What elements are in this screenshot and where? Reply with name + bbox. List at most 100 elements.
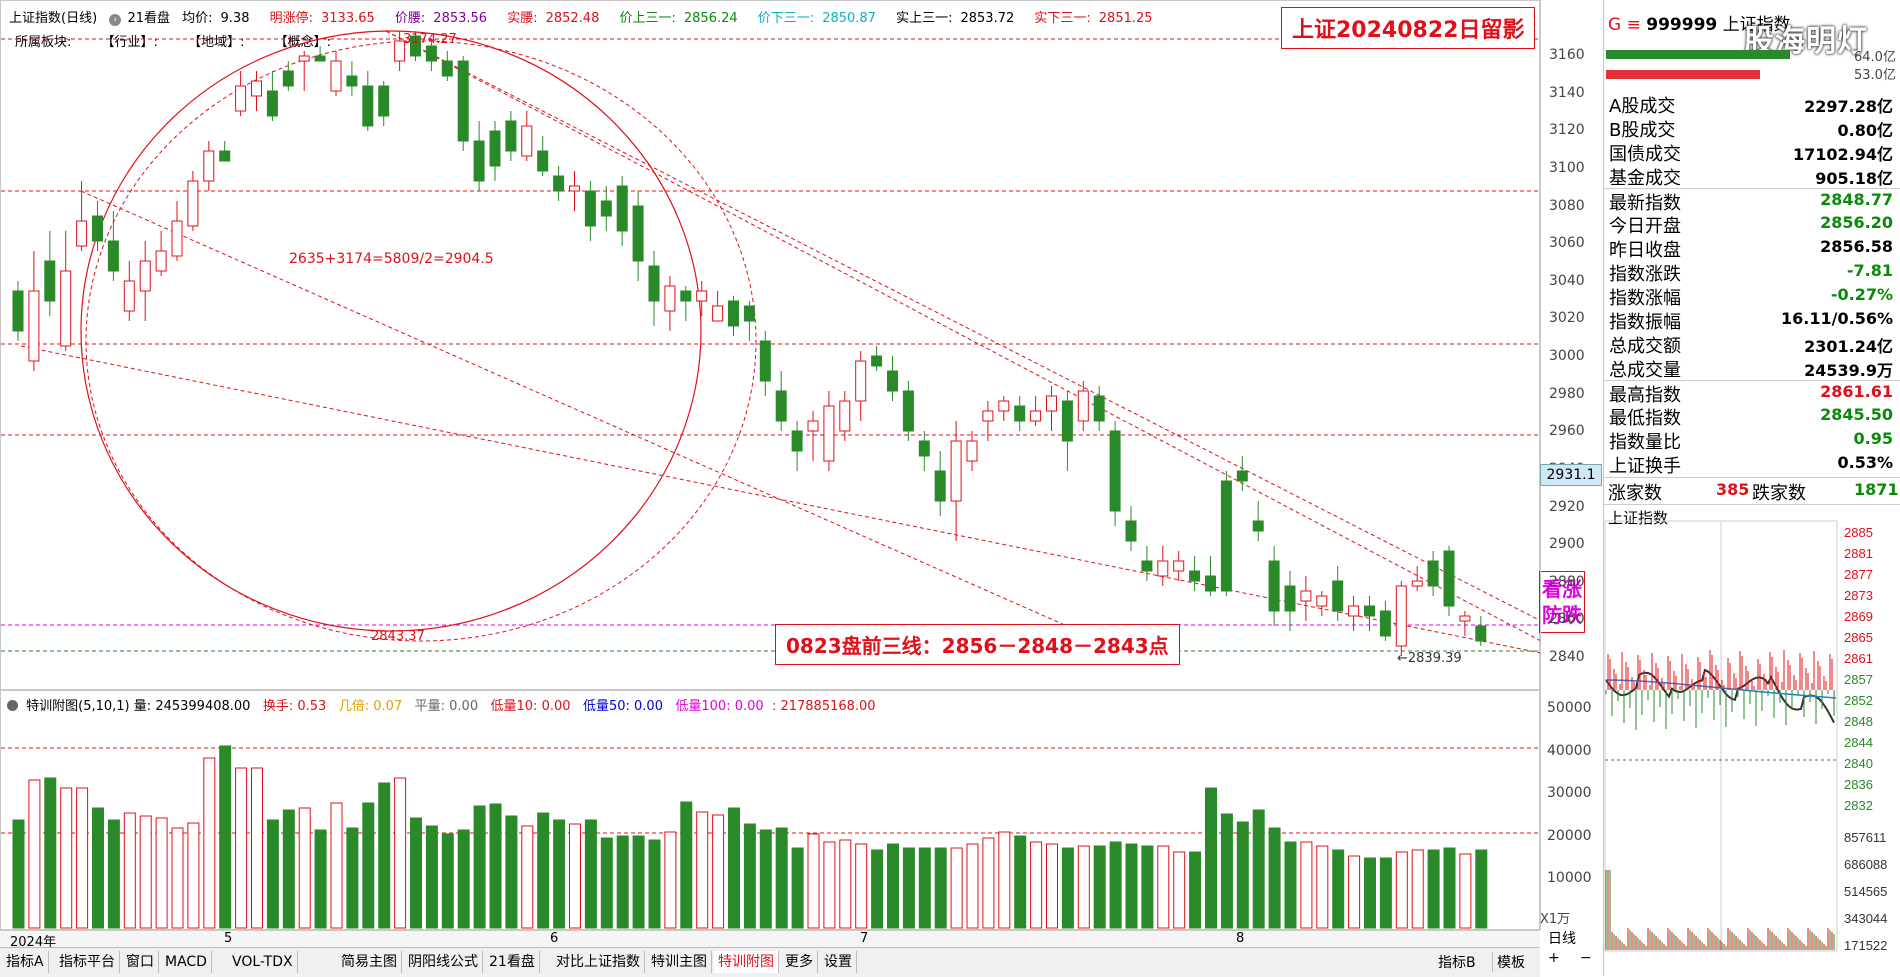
x-label-june: 6 <box>550 931 559 946</box>
candle-down <box>1427 560 1439 587</box>
volume-bar <box>1443 847 1456 929</box>
volume-bar <box>378 782 391 929</box>
candle-down <box>378 85 390 117</box>
tab-indicator-b[interactable]: 指标B <box>1438 952 1476 972</box>
candle-up <box>1157 560 1169 577</box>
candle-down <box>791 430 803 452</box>
quote-label: 昨日收盘 <box>1609 240 1681 261</box>
volume-bar <box>887 843 899 929</box>
volume-bar <box>457 829 470 929</box>
tab-5[interactable]: 简易主图 <box>337 951 402 973</box>
quote-label: 基金成交 <box>1609 168 1681 189</box>
tab-8[interactable]: 对比上证指数 <box>552 951 645 973</box>
menu-icon[interactable]: ≡ <box>1627 15 1641 35</box>
tab-7[interactable]: 21看盘 <box>485 951 540 973</box>
candle-up <box>982 410 994 422</box>
volume-axis: 50000 40000 30000 20000 10000 <box>1540 690 1603 930</box>
outflow-value: 53.0亿 <box>1854 68 1896 83</box>
candle-down <box>92 215 103 242</box>
mini-price-tick: 2873 <box>1844 588 1873 603</box>
stock-code: 999999 <box>1646 15 1718 35</box>
candle-up <box>76 220 88 247</box>
candle-up <box>823 405 835 462</box>
period-tab[interactable]: 日线 <box>1548 928 1576 948</box>
zoom-out-button[interactable]: − <box>1580 950 1592 966</box>
candle-down <box>441 60 453 77</box>
candle-up <box>60 270 72 347</box>
mini-price-tick: 2885 <box>1844 525 1873 540</box>
candle-up <box>521 125 533 157</box>
candle-up <box>28 290 40 362</box>
candle-down <box>1189 570 1201 582</box>
mini-volume-tick: 686088 <box>1844 857 1887 872</box>
quote-row: 总成交额 2301.24亿 <box>1604 332 1900 357</box>
quote-value: 17102.94亿 <box>1792 145 1893 164</box>
mini-price-tick: 2881 <box>1844 546 1873 561</box>
inflow-value: 64.0亿 <box>1854 50 1896 65</box>
candlestick-plot <box>1 30 1541 656</box>
quote-value: 0.95 <box>1853 429 1893 448</box>
price-box: 2931.1 <box>1540 464 1602 486</box>
volume-bar <box>696 811 709 929</box>
candle-down <box>553 175 565 192</box>
tab-6[interactable]: 阴阳线公式 <box>404 951 483 973</box>
volume-bar <box>266 819 279 929</box>
candle-down <box>728 300 739 327</box>
tab-0[interactable]: 指标A <box>2 951 49 973</box>
volume-bar <box>569 823 581 929</box>
candle-down <box>107 240 119 272</box>
quote-value: 2856.20 <box>1820 213 1893 232</box>
volume-chart[interactable]: 特训附图(5,10,1) 量: 245399408.00 换手: 0.53 几倍… <box>0 690 1541 930</box>
price-tick: 2880 <box>1549 573 1585 590</box>
formula-annotation: 2635+3174=5809/2=2904.5 <box>289 251 494 267</box>
candle-down <box>680 290 692 302</box>
volume-bar <box>1427 849 1440 929</box>
candle-down <box>759 340 771 382</box>
main-chart[interactable]: 上证指数(日线) › 21看盘 均价: 9.38 明涨停: 3133.65 价腰: 2… <box>0 0 1585 690</box>
quote-value: 16.11/0.56% <box>1781 309 1893 328</box>
volume-bar <box>362 802 375 929</box>
volume-bar <box>1236 821 1249 929</box>
g-icon[interactable]: G <box>1608 15 1621 35</box>
zoom-in-button[interactable]: + <box>1548 950 1560 966</box>
quote-row: 最低指数 2845.50 <box>1604 404 1900 429</box>
quote-label: 总成交量 <box>1609 360 1681 381</box>
inflow-bar <box>1606 50 1790 59</box>
volume-bar <box>855 843 868 929</box>
candle-down <box>1284 585 1296 612</box>
price-tick: 2980 <box>1549 385 1585 402</box>
mini-price-tick: 2832 <box>1844 798 1873 813</box>
tab-4[interactable]: VOL-TDX <box>228 951 298 973</box>
quote-panel: G ≡ 999999 上证指数 股海明灯 64.0亿 53.0亿 A股成交 229… <box>1603 0 1900 976</box>
tab-12[interactable]: 设置 <box>820 951 857 973</box>
tab-10[interactable]: 特训附图 <box>714 951 779 973</box>
volume-bar <box>1300 841 1313 929</box>
volume-bar <box>1061 847 1074 929</box>
mini-volume-tick: 857611 <box>1844 830 1886 845</box>
quote-label: B股成交 <box>1609 120 1676 141</box>
tab-9[interactable]: 特训主图 <box>647 951 712 973</box>
volume-bar <box>1077 845 1090 929</box>
candle-up <box>966 440 978 462</box>
tab-2[interactable]: 窗口 <box>122 951 159 973</box>
volume-bar <box>12 819 25 929</box>
volume-bar <box>998 831 1011 929</box>
volume-tick: 20000 <box>1547 827 1592 844</box>
down-count: 1871 <box>1854 480 1899 499</box>
candle-down <box>1220 480 1232 592</box>
tab-template[interactable]: 模板 <box>1492 952 1525 972</box>
tab-1[interactable]: 指标平台 <box>55 951 120 973</box>
price-tick: 3140 <box>1549 84 1585 101</box>
candle-down <box>616 185 628 232</box>
quote-label: 指数量比 <box>1609 432 1681 453</box>
quote-value: 0.80亿 <box>1837 121 1893 140</box>
volume-bar <box>648 839 661 929</box>
volume-bar <box>473 805 486 929</box>
candle-up <box>171 220 183 257</box>
tab-11[interactable]: 更多 <box>781 951 818 973</box>
volume-bar <box>1332 849 1345 929</box>
volume-bar <box>394 777 407 929</box>
volume-bar <box>759 829 772 929</box>
tab-3[interactable]: MACD <box>161 951 212 973</box>
volume-bar <box>1157 845 1170 929</box>
